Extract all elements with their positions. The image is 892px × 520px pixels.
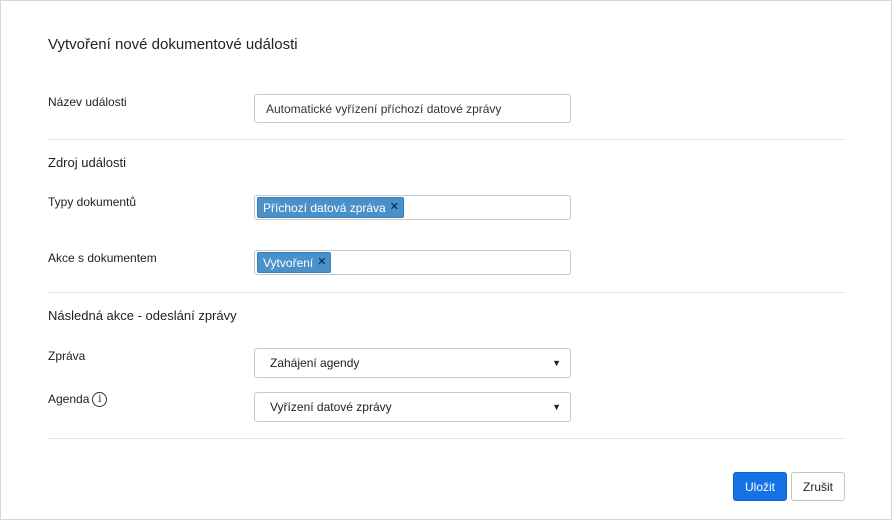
caret-down-icon: ▼ (552, 402, 561, 412)
create-event-dialog: Vytvoření nové dokumentové události Náze… (0, 0, 892, 520)
document-types-label: Typy dokumentů (48, 195, 137, 209)
info-icon[interactable]: i (92, 392, 108, 408)
close-icon[interactable]: ✕ (390, 202, 399, 213)
agenda-select-value: Vyřízení datové zprávy (270, 400, 392, 414)
event-name-input[interactable] (254, 94, 571, 123)
message-label: Zpráva (48, 349, 86, 363)
divider (48, 139, 845, 140)
cancel-button[interactable]: Zrušit (791, 472, 845, 501)
divider (48, 438, 845, 439)
tag-document-type: Příchozí datová zpráva ✕ (257, 197, 404, 218)
agenda-label-row: Agenda i (48, 392, 108, 408)
close-icon[interactable]: ✕ (317, 257, 326, 268)
tag-label: Příchozí datová zpráva (263, 200, 386, 215)
followup-section-title: Následná akce - odeslání zprávy (48, 308, 237, 323)
message-select[interactable]: Zahájení agendy ▼ (254, 348, 571, 378)
save-button[interactable]: Uložit (733, 472, 787, 501)
tag-label: Vytvoření (263, 255, 314, 270)
agenda-label: Agenda (48, 392, 90, 406)
divider (48, 292, 845, 293)
message-select-value: Zahájení agendy (270, 356, 360, 370)
caret-down-icon: ▼ (552, 358, 561, 368)
event-name-label: Název události (48, 95, 127, 109)
source-section-title: Zdroj události (48, 155, 127, 170)
tag-document-action: Vytvoření ✕ (257, 252, 332, 273)
dialog-title: Vytvoření nové dokumentové události (48, 36, 298, 53)
document-types-multiselect[interactable]: Příchozí datová zpráva ✕ (254, 195, 571, 220)
document-actions-label: Akce s dokumentem (48, 251, 157, 265)
agenda-select[interactable]: Vyřízení datové zprávy ▼ (254, 392, 571, 422)
document-actions-multiselect[interactable]: Vytvoření ✕ (254, 250, 571, 275)
